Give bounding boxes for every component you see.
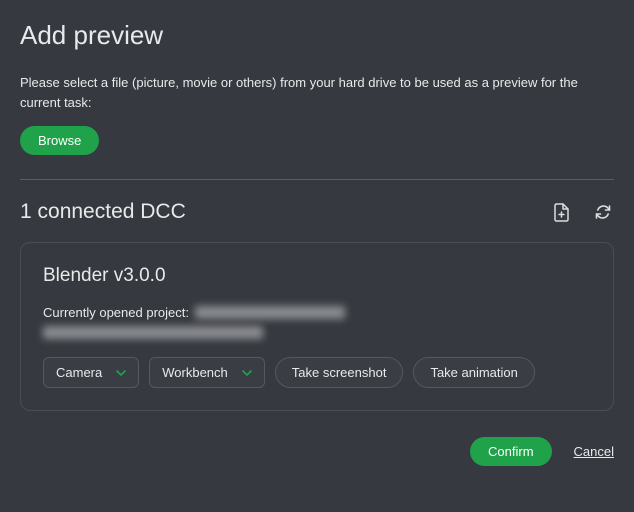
camera-dropdown[interactable]: Camera [43, 357, 139, 388]
take-animation-button[interactable]: Take animation [413, 357, 534, 388]
renderer-dropdown-label: Workbench [162, 365, 228, 380]
chevron-down-icon [116, 370, 126, 376]
dcc-controls: Camera Workbench Take screenshot Take an… [43, 357, 591, 388]
camera-dropdown-label: Camera [56, 365, 102, 380]
project-line: Currently opened project: [43, 305, 591, 320]
chevron-down-icon [242, 370, 252, 376]
take-screenshot-button[interactable]: Take screenshot [275, 357, 404, 388]
dcc-app-name: Blender v3.0.0 [43, 265, 591, 287]
dcc-header: 1 connected DCC [20, 200, 614, 224]
project-path-redacted-2 [43, 326, 263, 339]
confirm-button[interactable]: Confirm [470, 437, 552, 466]
page-title: Add preview [20, 20, 614, 51]
browse-button[interactable]: Browse [20, 126, 99, 155]
renderer-dropdown[interactable]: Workbench [149, 357, 265, 388]
divider [20, 179, 614, 180]
dcc-card: Blender v3.0.0 Currently opened project:… [20, 242, 614, 411]
add-file-button[interactable] [551, 201, 572, 224]
refresh-button[interactable] [592, 201, 614, 223]
project-label: Currently opened project: [43, 305, 189, 320]
instructions-text: Please select a file (picture, movie or … [20, 73, 614, 112]
cancel-link[interactable]: Cancel [574, 444, 614, 459]
dcc-count-title: 1 connected DCC [20, 200, 186, 224]
refresh-icon [594, 203, 612, 221]
project-path-redacted [195, 306, 345, 319]
file-plus-icon [553, 203, 570, 222]
dialog-footer: Confirm Cancel [20, 437, 614, 466]
dcc-header-actions [551, 201, 614, 224]
